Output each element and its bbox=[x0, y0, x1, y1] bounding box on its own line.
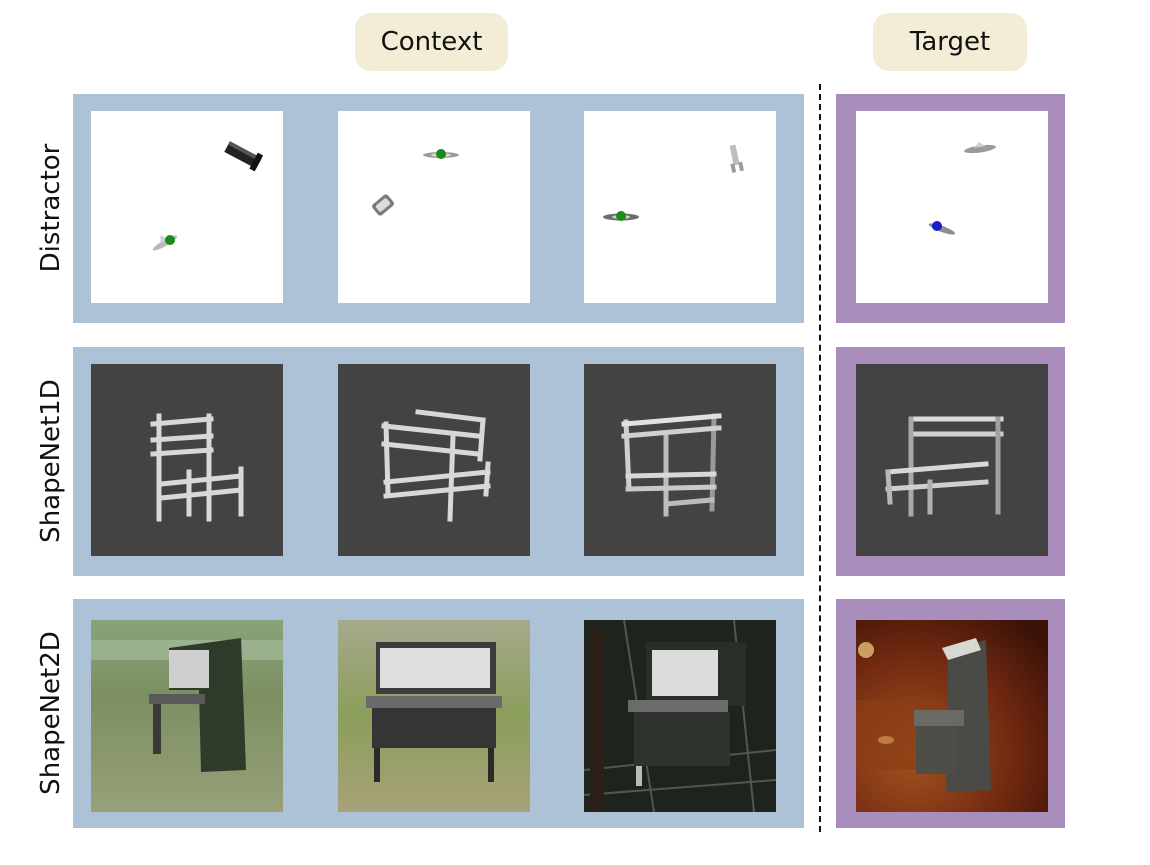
distractor-target-panel bbox=[836, 94, 1065, 323]
shapenet2d-context-panel bbox=[73, 599, 804, 828]
shapenet2d-context-image-2 bbox=[338, 620, 530, 812]
distractor-context-image-1 bbox=[91, 111, 283, 303]
shapenet1d-target-panel bbox=[836, 347, 1065, 576]
distractor-context-image-2 bbox=[338, 111, 530, 303]
shapenet1d-context-panel bbox=[73, 347, 804, 576]
distractor-target-image bbox=[856, 111, 1048, 303]
context-target-divider bbox=[819, 84, 821, 832]
shapenet1d-context-image-3 bbox=[584, 364, 776, 556]
context-header: Context bbox=[355, 13, 508, 71]
shapenet1d-context-image-1 bbox=[91, 364, 283, 556]
shapenet2d-context-image-3 bbox=[584, 620, 776, 812]
shapenet1d-context-image-2 bbox=[338, 364, 530, 556]
shapenet1d-target-image bbox=[856, 364, 1048, 556]
target-header: Target bbox=[873, 13, 1027, 71]
shapenet2d-target-panel bbox=[836, 599, 1065, 828]
distractor-context-panel bbox=[73, 94, 804, 323]
distractor-context-image-3 bbox=[584, 111, 776, 303]
shapenet2d-target-image bbox=[856, 620, 1048, 812]
shapenet2d-context-image-1 bbox=[91, 620, 283, 812]
